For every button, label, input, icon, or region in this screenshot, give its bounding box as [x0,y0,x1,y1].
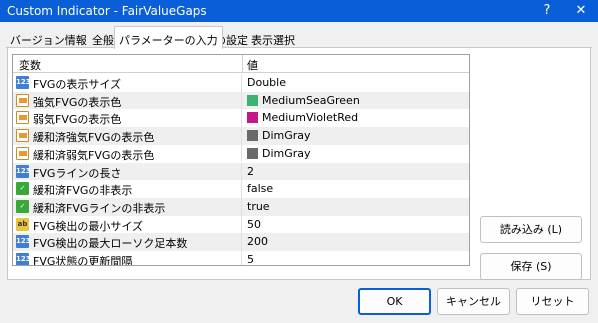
parameter-label: FVGの表示サイズ [33,78,122,91]
color-type-icon [16,93,29,107]
parameter-label: 緩和済FVGの非表示 [33,184,133,198]
parameter-value-cell[interactable]: 2 [243,163,469,181]
color-type-icon [16,111,29,125]
parameter-label: 緩和済弱気FVGの表示色 [33,148,155,162]
tab-version-info[interactable]: バージョン情報 [6,29,91,48]
parameter-value: true [247,199,270,213]
parameter-row[interactable]: 123 FVG状態の更新間隔 5 [13,251,469,266]
parameter-value: MediumSeaGreen [262,93,360,107]
parameter-value-cell[interactable]: MediumSeaGreen [243,92,469,110]
parameter-row[interactable]: 123 FVGの表示サイズ Double [13,74,469,92]
parameter-value-cell[interactable]: Double [243,74,469,92]
parameter-value: 50 [247,217,261,231]
header-variable[interactable]: 変数 [19,57,41,73]
color-swatch [247,147,258,159]
parameter-row[interactable]: ✓ 緩和済FVGラインの非表示 true [13,197,469,216]
parameter-label: FVG状態の更新間隔 [33,255,133,266]
parameter-value-cell[interactable]: 50 [243,216,469,234]
parameter-row[interactable]: ✓ 緩和済FVGの非表示 false [13,180,469,198]
parameter-value: DimGray [262,146,311,160]
save-button[interactable]: 保存 (S) [480,253,582,280]
parameter-label: 弱気FVGの表示色 [33,113,122,127]
parameter-name-cell[interactable]: 緩和済強気FVGの表示色 [13,127,242,145]
parameter-value-cell[interactable]: false [243,180,469,198]
color-swatch [247,112,258,124]
grid-header: 変数 値 [13,55,469,73]
tab-bar: バージョン情報 全般 パラメーターの入力 色の設定 表示選択 [6,26,596,49]
parameter-value: MediumVioletRed [262,111,359,125]
parameter-name-cell[interactable]: ✓ 緩和済FVGの非表示 [13,180,242,198]
parameter-label: FVG検出の最小サイズ [33,219,144,233]
parameter-value: false [247,182,274,196]
parameter-value: 5 [247,253,254,266]
parameter-label: FVGラインの長さ [33,166,122,180]
integer-type-icon: 123 [16,235,31,249]
parameter-value: 2 [247,164,254,178]
parameter-name-cell[interactable]: 123 FVG検出の最大ローソク足本数 [13,233,242,251]
tab-visualization[interactable]: 表示選択 [247,29,299,48]
parameter-value-cell[interactable]: 5 [243,251,469,266]
parameter-row[interactable]: 強気FVGの表示色 MediumSeaGreen [13,91,469,110]
color-type-icon [16,129,29,143]
parameter-row[interactable]: 123 FVG検出の最大ローソク足本数 200 [13,233,469,251]
color-swatch [247,130,258,142]
load-button[interactable]: 読み込み (L) [480,216,582,243]
parameter-value: 200 [247,235,268,249]
parameter-value-cell[interactable]: 200 [243,233,469,251]
title-bar[interactable]: Custom Indicator - FairValueGaps ? ✕ [0,0,598,22]
integer-type-icon: 123 [16,76,31,89]
parameter-name-cell[interactable]: 弱気FVGの表示色 [13,109,242,128]
color-swatch [247,94,258,106]
string-type-icon: ab [16,217,29,231]
parameter-value: DimGray [262,129,311,143]
parameter-value-cell[interactable]: MediumVioletRed [243,109,469,127]
parameter-label: 強気FVGの表示色 [33,95,122,109]
header-value[interactable]: 値 [247,57,258,73]
parameter-label: 緩和済強気FVGの表示色 [33,131,155,145]
parameter-name-cell[interactable]: ab FVG検出の最小サイズ [13,215,242,234]
parameter-name-cell[interactable]: ✓ 緩和済FVGラインの非表示 [13,197,242,216]
integer-type-icon: 123 [16,253,31,265]
cancel-button[interactable]: キャンセル [437,288,510,315]
parameter-name-cell[interactable]: 強気FVGの表示色 [13,91,242,110]
window-title: Custom Indicator - FairValueGaps [7,4,207,18]
parameter-label: 緩和済FVGラインの非表示 [33,201,166,215]
parameter-row[interactable]: 緩和済強気FVGの表示色 DimGray [13,127,469,145]
parameter-value-cell[interactable]: DimGray [243,127,469,145]
parameter-value: Double [247,76,286,89]
boolean-type-icon: ✓ [16,199,29,213]
color-type-icon [16,146,29,160]
parameter-label: FVG検出の最大ローソク足本数 [33,237,188,251]
column-separator[interactable] [242,55,243,73]
reset-button[interactable]: リセット [516,288,589,315]
parameter-name-cell[interactable]: 123 FVGの表示サイズ [13,74,242,92]
parameter-value-cell[interactable]: true [243,198,469,216]
ok-button[interactable]: OK [358,288,431,315]
parameter-row[interactable]: 123 FVGラインの長さ 2 [13,162,469,181]
tab-input-parameters[interactable]: パラメーターの入力 [114,26,223,49]
parameter-row[interactable]: 緩和済弱気FVGの表示色 DimGray [13,144,469,163]
boolean-type-icon: ✓ [16,182,29,196]
integer-type-icon: 123 [16,164,31,178]
parameter-name-cell[interactable]: 123 FVG状態の更新間隔 [13,251,242,266]
close-button[interactable]: ✕ [566,0,596,22]
parameter-row[interactable]: 弱気FVGの表示色 MediumVioletRed [13,109,469,128]
parameter-row[interactable]: ab FVG検出の最小サイズ 50 [13,215,469,234]
help-button[interactable]: ? [532,0,562,22]
parameter-grid[interactable]: 変数 値 123 FVGの表示サイズ Double 強気FVGの表示色 MediumSe… [12,54,470,266]
parameter-name-cell[interactable]: 緩和済弱気FVGの表示色 [13,144,242,163]
parameter-value-cell[interactable]: DimGray [243,145,469,163]
parameter-name-cell[interactable]: 123 FVGラインの長さ [13,162,242,181]
